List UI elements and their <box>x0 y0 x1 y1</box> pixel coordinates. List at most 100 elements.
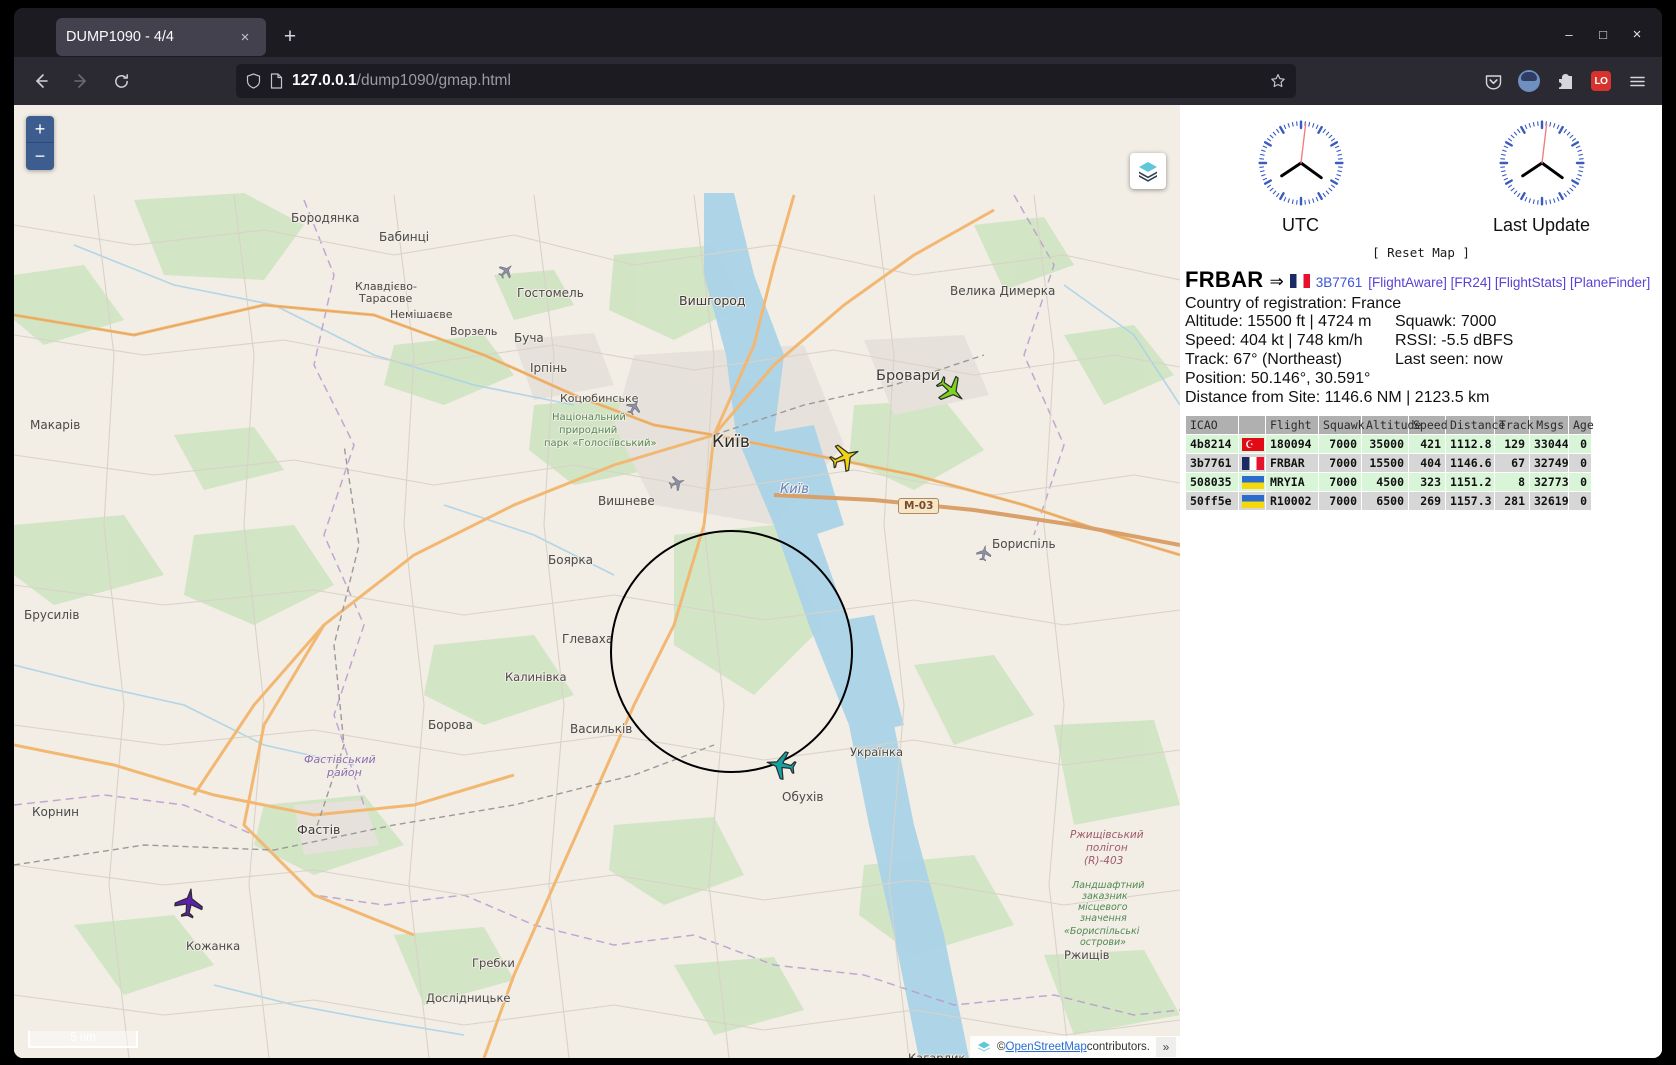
clock-utc: UTC <box>1180 117 1421 236</box>
map-canvas[interactable]: + − Бородянка Бабинці Гостомель Вишгород Вел… <box>14 105 1180 1058</box>
aircraft-icao-hex: 3B7761 <box>1315 275 1363 290</box>
cell-altitude: 4500 <box>1362 473 1408 491</box>
col-squawk[interactable]: Squawk <box>1319 416 1365 434</box>
account-avatar-icon[interactable] <box>1512 64 1546 98</box>
table-row[interactable]: 4b8214 1800947000350004211112.8129330440 <box>1186 435 1591 453</box>
zoom-in-button[interactable]: + <box>26 116 54 143</box>
openstreetmap-link[interactable]: OpenStreetMap <box>1006 1041 1087 1053</box>
table-row[interactable]: 508035 MRYIA 7000 4500 323 1151.2 8 32773 0 <box>1186 473 1591 491</box>
cell-flag <box>1239 435 1265 453</box>
cell-track: 129 <box>1495 435 1529 453</box>
attribution-expand-icon[interactable]: » <box>1156 1037 1176 1057</box>
navigation-toolbar: 127.0.0.1/dump1090/gmap.html LO <box>14 57 1662 105</box>
window-controls: – □ × <box>1552 20 1654 48</box>
layers-icon[interactable] <box>1130 153 1166 189</box>
maximize-icon[interactable]: □ <box>1586 20 1620 48</box>
cell-age: 0 <box>1569 454 1591 472</box>
cell-flight: 180094 <box>1266 435 1318 453</box>
address-bar[interactable]: 127.0.0.1/dump1090/gmap.html <box>236 64 1296 98</box>
table-row[interactable]: 50ff5e R10002 7000 6500 269 1157.3 281 32619 0 <box>1186 492 1591 510</box>
altitude-value: Altitude: 15500 ft | 4724 m <box>1185 313 1372 330</box>
pocket-icon[interactable] <box>1476 64 1510 98</box>
cell-altitude: 15500 <box>1362 454 1408 472</box>
country-of-registration: Country of registration: France <box>1185 295 1402 312</box>
site-range-circle <box>610 530 853 773</box>
attribution-suffix: contributors. <box>1086 1041 1150 1053</box>
new-tab-icon[interactable]: + <box>277 24 303 50</box>
link-fr24[interactable]: [FR24] <box>1451 275 1492 290</box>
cell-distance: 1112.8 <box>1446 435 1494 453</box>
country-flag-icon <box>1242 457 1264 470</box>
extension-icon[interactable] <box>1548 64 1582 98</box>
app-menu-icon[interactable] <box>1620 64 1654 98</box>
speed-value: Speed: 404 kt | 748 km/h <box>1185 332 1363 349</box>
page-document-icon <box>270 73 283 89</box>
col-flag[interactable] <box>1239 416 1265 434</box>
table-row[interactable]: 3b7761 FRBAR 7000 15500 404 1146.6 67 32749 0 <box>1186 454 1591 472</box>
aircraft-table[interactable]: ICAO Flight Squawk Altitude Speed Distan… <box>1185 415 1594 511</box>
close-tab-icon[interactable]: × <box>234 26 256 48</box>
cell-flight: R10002 <box>1266 492 1318 510</box>
details-spacer <box>1395 370 1662 388</box>
page-content: + − Бородянка Бабинці Гостомель Вишгород Вел… <box>14 105 1662 1058</box>
external-links: [FlightAware] [FR24] [FlightStats] [Plan… <box>1368 275 1650 290</box>
rssi-value: RSSI: -5.5 dBFS <box>1395 332 1514 349</box>
map-attribution: © OpenStreetMap contributors. » <box>970 1036 1180 1058</box>
aircraft-marker-small-4[interactable] <box>975 544 994 563</box>
close-window-icon[interactable]: × <box>1620 20 1654 48</box>
bookmark-star-icon[interactable] <box>1270 73 1286 89</box>
link-flightstats[interactable]: [FlightStats] <box>1495 275 1566 290</box>
info-panel: UTC Last Update [ Reset Map ] FRBAR ⇒ 3B… <box>1180 105 1662 1058</box>
browser-tab[interactable]: DUMP1090 - 4/4 × <box>56 18 266 56</box>
avatar <box>1518 70 1540 92</box>
clocks-row: UTC Last Update <box>1180 105 1662 236</box>
cell-distance: 1157.3 <box>1446 492 1494 510</box>
cell-flight: FRBAR <box>1266 454 1318 472</box>
toolbar-right: LO <box>1476 64 1654 98</box>
url-text: 127.0.0.1/dump1090/gmap.html <box>292 72 1262 90</box>
browser-window: DUMP1090 - 4/4 × + – □ × 127.0.0.1/dump1… <box>14 8 1662 1058</box>
col-altitude[interactable]: Altitude <box>1362 416 1421 434</box>
cell-speed: 404 <box>1409 454 1445 472</box>
link-planefinder[interactable]: [PlaneFinder] <box>1570 275 1650 290</box>
link-flightaware[interactable]: [FlightAware] <box>1368 275 1447 290</box>
table-header-row: ICAO Flight Squawk Altitude Speed Distan… <box>1186 416 1594 434</box>
forward-icon[interactable] <box>64 64 98 98</box>
col-flight[interactable]: Flight <box>1266 416 1318 434</box>
cell-msgs: 33044 <box>1530 435 1568 453</box>
screenshot-root: DUMP1090 - 4/4 × + – □ × 127.0.0.1/dump1… <box>0 0 1676 1065</box>
aircraft-marker-r10002[interactable] <box>763 747 798 782</box>
col-msgs[interactable]: Msgs <box>1530 416 1568 434</box>
tab-title: DUMP1090 - 4/4 <box>66 29 174 45</box>
minimize-icon[interactable]: – <box>1552 20 1586 48</box>
reset-map-button[interactable]: [ Reset Map ] <box>1180 245 1662 260</box>
col-speed[interactable]: Speed <box>1409 416 1448 434</box>
reload-icon[interactable] <box>104 64 138 98</box>
col-age[interactable]: Age <box>1569 416 1594 434</box>
back-icon[interactable] <box>24 64 58 98</box>
shield-icon[interactable] <box>246 73 261 89</box>
cell-age: 0 <box>1569 435 1591 453</box>
track-value: Track: 67° (Northeast) <box>1185 351 1342 368</box>
cell-speed: 269 <box>1409 492 1445 510</box>
last-update-clock-label: Last Update <box>1492 215 1591 235</box>
extension-badge-icon[interactable]: LO <box>1584 64 1618 98</box>
squawk-value: Squawk: 7000 <box>1395 313 1497 330</box>
cell-icao: 50ff5e <box>1186 492 1238 510</box>
utc-clock-face <box>1257 120 1344 206</box>
cell-flight: MRYIA <box>1266 473 1318 491</box>
col-distance[interactable]: Distance <box>1446 416 1505 434</box>
col-track[interactable]: Track <box>1495 416 1534 434</box>
aircraft-callsign: FRBAR <box>1185 267 1264 292</box>
aircraft-marker-mryia[interactable] <box>172 886 206 920</box>
zoom-out-button[interactable]: − <box>26 143 54 170</box>
cell-squawk: 7000 <box>1319 473 1361 491</box>
cell-flag <box>1239 454 1265 472</box>
col-icao[interactable]: ICAO <box>1186 416 1238 434</box>
tab-strip: DUMP1090 - 4/4 × + – □ × <box>14 8 1662 57</box>
url-path: /dump1090/gmap.html <box>356 72 511 89</box>
badge-label: LO <box>1591 71 1611 91</box>
cell-track: 67 <box>1495 454 1529 472</box>
cell-altitude: 6500 <box>1362 492 1408 510</box>
map-zoom-controls[interactable]: + − <box>26 116 54 170</box>
